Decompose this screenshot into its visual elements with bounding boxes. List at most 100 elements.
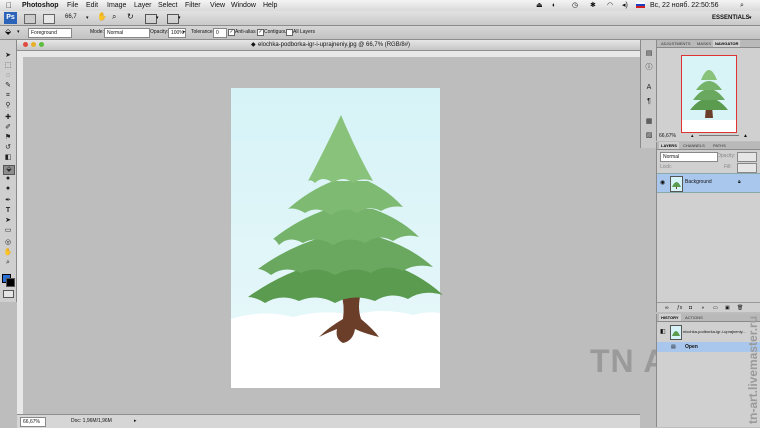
layer-name[interactable]: Background (685, 179, 712, 185)
app-menu[interactable]: Photoshop (22, 1, 59, 10)
layer-visibility-eye-icon[interactable]: ◉ (660, 179, 665, 186)
tab-adjustments[interactable]: ADJUSTMENTS (659, 40, 693, 47)
layer-fill-input[interactable] (737, 163, 757, 173)
wifi-icon[interactable]: ◠ (607, 1, 613, 10)
layer-style-icon[interactable]: ƒx (677, 304, 682, 312)
zoom-level[interactable]: 66,7 (63, 13, 87, 21)
menu-file[interactable]: File (67, 1, 78, 10)
volume-icon[interactable]: ◂) (622, 1, 628, 10)
screen-mode-dropdown-icon[interactable]: ▾ (178, 14, 181, 22)
adjustment-layer-icon[interactable]: ◑ (701, 304, 704, 312)
pen-tool-icon[interactable]: ✒ (3, 197, 13, 205)
history-brush-tool-icon[interactable]: ↺ (3, 144, 13, 152)
blend-mode-select[interactable]: Normal (660, 152, 718, 162)
clone-stamp-tool-icon[interactable]: ⚑ (3, 134, 13, 142)
zoom-dropdown-icon[interactable]: ▾ (86, 14, 89, 22)
marquee-tool-icon[interactable]: ⬚ (3, 62, 13, 70)
zoom-window-icon[interactable] (39, 42, 44, 47)
snapshot-source-icon[interactable]: ◧ (660, 328, 666, 335)
document-canvas[interactable] (23, 57, 640, 414)
tab-actions[interactable]: ACTIONS (683, 314, 705, 321)
layer-mask-icon[interactable]: ◘ (689, 304, 692, 312)
minimize-window-icon[interactable] (31, 42, 36, 47)
workspace-dropdown-icon[interactable]: ▾ (749, 14, 752, 22)
layer-row-background[interactable]: ◉ Background 🔒︎ (657, 173, 760, 193)
info-icon[interactable]: ⓘ (644, 64, 654, 72)
lasso-tool-icon[interactable]: ◌ (3, 72, 13, 80)
quick-select-tool-icon[interactable]: ✎ (3, 82, 13, 90)
opacity-dropdown-icon[interactable]: ▸ (183, 28, 186, 36)
eraser-tool-icon[interactable]: ◧ (3, 154, 13, 162)
canvas-area[interactable]: TN ART (23, 57, 711, 414)
tab-masks[interactable]: MASKS (695, 40, 713, 47)
workspace-switcher[interactable]: ESSENTIALS (712, 14, 750, 22)
all-layers-checkbox[interactable] (286, 29, 293, 36)
new-layer-icon[interactable]: ▣ (725, 304, 730, 312)
crop-tool-icon[interactable]: ⌗ (3, 92, 13, 100)
paint-bucket-tool-icon[interactable]: ⬙ (3, 165, 15, 175)
paint-bucket-icon[interactable]: ⬙ (5, 28, 11, 36)
brush-tool-icon[interactable]: ✐ (3, 124, 13, 132)
fill-source-select[interactable]: Foreground (28, 28, 72, 38)
hand-tool-icon-2[interactable]: ✋ (3, 249, 13, 257)
navigator-preview[interactable] (681, 55, 737, 133)
eyedropper-tool-icon[interactable]: ⚲ (3, 102, 13, 110)
menu-image[interactable]: Image (107, 1, 126, 10)
bridge-icon[interactable] (24, 14, 36, 24)
character-icon[interactable]: A (644, 84, 654, 92)
flag-icon[interactable] (636, 2, 645, 8)
sync-icon[interactable]: ◐ (552, 1, 556, 10)
brushes-icon[interactable]: ▦ (644, 118, 654, 126)
tab-navigator[interactable]: NAVIGATOR (713, 40, 741, 47)
contiguous-checkbox[interactable]: ✓ (257, 29, 264, 36)
history-state-row[interactable]: ▤ Open (657, 342, 760, 352)
tab-layers[interactable]: LAYERS (659, 142, 679, 149)
navigator-zoom-slider[interactable] (699, 135, 739, 136)
tolerance-input[interactable]: 0 (213, 28, 227, 38)
close-window-icon[interactable] (23, 42, 28, 47)
quick-mask-icon[interactable] (3, 290, 14, 298)
bluetooth-icon[interactable]: ✱ (590, 1, 596, 10)
healing-brush-tool-icon[interactable]: ✚ (3, 114, 13, 122)
delete-layer-icon[interactable]: 🗑︎ (737, 304, 743, 312)
hand-tool-icon[interactable]: ✋ (97, 13, 107, 21)
3d-rotate-tool-icon[interactable]: ◎ (3, 239, 13, 247)
link-layers-icon[interactable]: ∞ (665, 304, 669, 312)
blur-tool-icon[interactable]: ● (3, 175, 13, 183)
histogram-icon[interactable]: ▤ (644, 50, 654, 58)
zoom-tool-icon-2[interactable]: ⌕ (3, 259, 13, 267)
menu-window[interactable]: Window (231, 1, 256, 10)
snapshot-name[interactable]: elochka-podborka-igr-i-uprajneniy... (683, 329, 746, 334)
path-selection-tool-icon[interactable]: ➤ (3, 217, 13, 225)
menu-filter[interactable]: Filter (185, 1, 201, 10)
tab-history[interactable]: HISTORY (659, 314, 681, 321)
shape-tool-icon[interactable]: ▭ (3, 227, 13, 235)
clock[interactable]: Вс, 22 нояб. 22:50:56 (650, 1, 719, 10)
navigator-zoom-value[interactable]: 66,67% (659, 132, 676, 140)
arrange-dropdown-icon[interactable]: ▾ (156, 14, 159, 22)
apple-menu-icon[interactable]:  (6, 1, 12, 10)
mini-bridge-icon[interactable] (43, 14, 55, 24)
tool-preset-dropdown-icon[interactable]: ▾ (17, 28, 20, 36)
timemachine-icon[interactable]: ◷ (572, 1, 578, 10)
new-group-icon[interactable]: ▭ (713, 304, 718, 312)
zoom-in-icon[interactable]: ▲ (743, 132, 748, 140)
tab-paths[interactable]: PATHS (711, 142, 728, 149)
history-state-name[interactable]: Open (685, 344, 698, 350)
eject-icon[interactable]: ⏏ (536, 1, 543, 10)
status-menu-icon[interactable]: ▸ (134, 417, 137, 425)
menu-view[interactable]: View (210, 1, 225, 10)
document-info[interactable]: Doc: 1,96M/1,96M (71, 417, 112, 425)
history-snapshot-row[interactable]: ◧ elochka-podborka-igr-i-uprajneniy... (657, 324, 760, 340)
mode-select[interactable]: Normal (104, 28, 150, 38)
rotate-view-icon[interactable]: ↻ (127, 13, 134, 21)
status-zoom-input[interactable]: 66,67% (20, 417, 46, 427)
paragraph-icon[interactable]: ¶ (644, 98, 654, 106)
dodge-tool-icon[interactable]: ● (3, 185, 13, 193)
menu-help[interactable]: Help (263, 1, 277, 10)
clone-source-icon[interactable]: ▨ (644, 132, 654, 140)
menu-select[interactable]: Select (158, 1, 177, 10)
zoom-tool-icon[interactable]: ⌕ (112, 13, 116, 21)
anti-alias-checkbox[interactable]: ✓ (228, 29, 235, 36)
menu-layer[interactable]: Layer (134, 1, 152, 10)
